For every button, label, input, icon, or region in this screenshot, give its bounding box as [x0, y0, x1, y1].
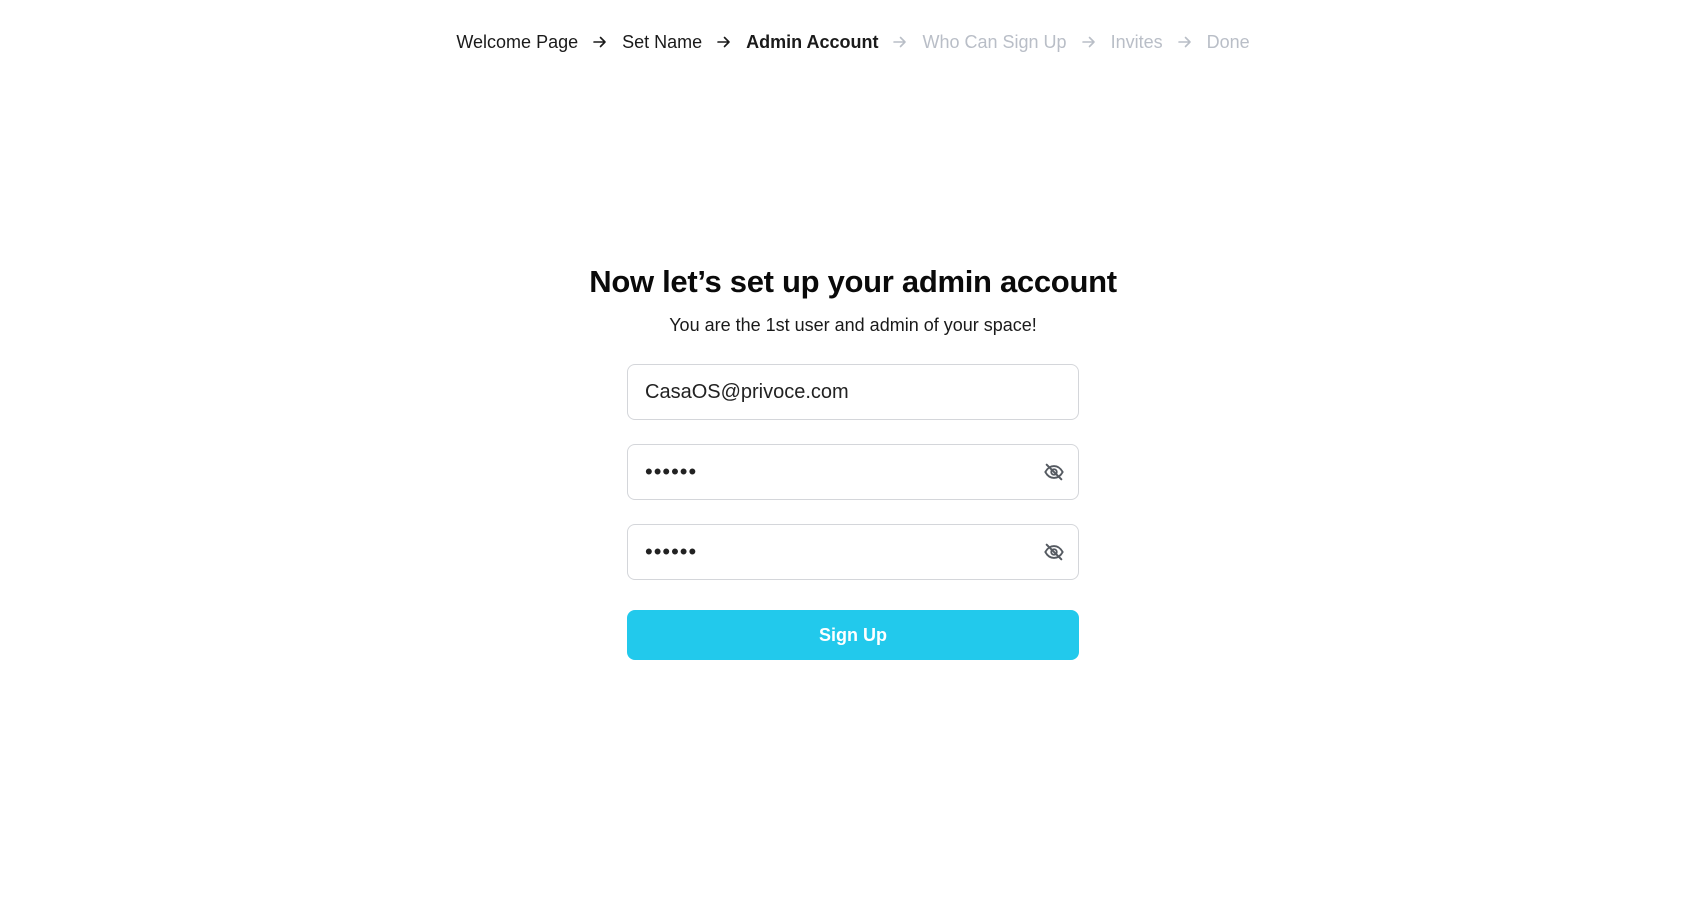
admin-account-section: Now let’s set up your admin account You … [0, 262, 1706, 660]
arrow-right-icon [1081, 34, 1097, 50]
eye-off-icon[interactable] [1042, 540, 1066, 564]
breadcrumb-step-welcome-page[interactable]: Welcome Page [456, 28, 578, 56]
arrow-right-icon [716, 34, 732, 50]
breadcrumb-step-done: Done [1206, 32, 1250, 52]
sign-up-button[interactable]: Sign Up [627, 610, 1079, 660]
eye-off-icon[interactable] [1042, 460, 1066, 484]
breadcrumb-step-set-name[interactable]: Set Name [622, 28, 702, 56]
breadcrumb-step-admin-account: Admin Account [746, 32, 879, 52]
page-subtitle: You are the 1st user and admin of your s… [669, 315, 1037, 335]
breadcrumb: Welcome Page Set Name Admin Account Who … [0, 28, 1706, 56]
email-field[interactable] [628, 365, 1078, 419]
breadcrumb-step-who-can-sign-up: Who Can Sign Up [922, 32, 1067, 52]
arrow-right-icon [892, 34, 908, 50]
arrow-right-icon [1177, 34, 1193, 50]
page-title: Now let’s set up your admin account [589, 264, 1117, 299]
email-field-container [627, 364, 1079, 420]
breadcrumb-step-invites: Invites [1110, 32, 1163, 52]
arrow-right-icon [592, 34, 608, 50]
confirm-password-field[interactable] [628, 525, 1078, 579]
onboarding-page: Welcome Page Set Name Admin Account Who … [0, 0, 1706, 922]
confirm-password-field-container [627, 524, 1079, 580]
admin-account-form: Sign Up [627, 364, 1079, 660]
password-field[interactable] [628, 445, 1078, 499]
password-field-container [627, 444, 1079, 500]
